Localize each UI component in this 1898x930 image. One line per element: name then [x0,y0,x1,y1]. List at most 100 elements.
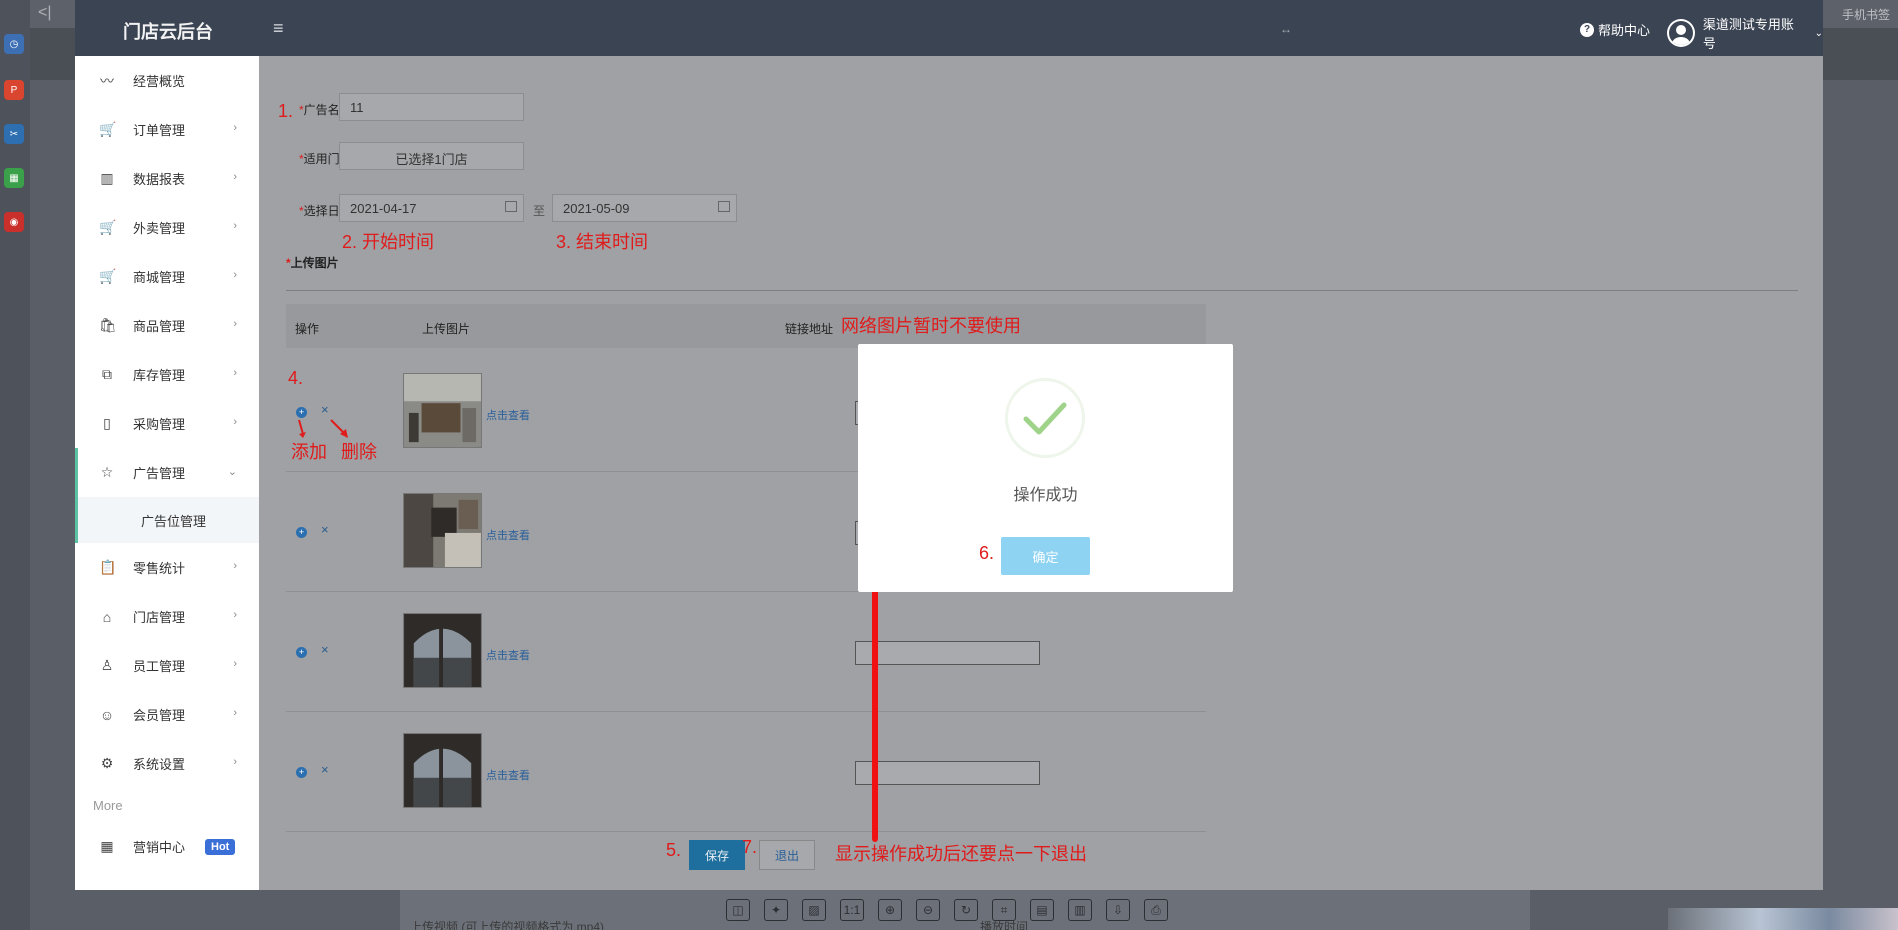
save-image-icon[interactable]: ⇩ [1106,899,1130,921]
bag-icon: 🛍 [99,317,117,333]
sidebar-item-purchase[interactable]: ▯ 采购管理 › [75,399,259,448]
actual-size-icon[interactable]: 1:1 [840,899,864,921]
zoom-out-icon[interactable]: ⊖ [916,899,940,921]
add-row-icon[interactable]: + [296,647,307,658]
weibo-icon[interactable]: ◉ [4,212,24,232]
add-row-icon[interactable]: + [296,767,307,778]
purchase-icon: ▯ [103,415,111,431]
success-check-icon [1005,378,1085,458]
sidebar-item-stores[interactable]: ⌂ 门店管理 › [75,592,259,641]
sidebar-item-reports[interactable]: ▥ 数据报表 › [75,154,259,203]
sidebar-item-label: 员工管理 [133,659,186,674]
bg-upload-video-text: 上传视频 (可上传的视频格式为.mp4) [410,920,605,930]
th-link: 链接地址 [785,322,834,336]
thumbnail-image[interactable] [403,493,482,568]
thumbnail-image[interactable] [403,733,482,808]
hamburger-menu-icon[interactable]: ≡ [273,18,284,39]
link-url-input[interactable] [855,641,1040,665]
sidebar-item-inventory[interactable]: ⧉ 库存管理 › [75,350,259,399]
sidebar-item-label: 订单管理 [133,123,186,138]
thumbnail-image[interactable] [403,613,482,688]
view-image-link[interactable]: 点击查看 [486,647,530,663]
user-menu[interactable]: 渠道测试专用账号 ⌄ [1667,14,1823,52]
sidebar-item-staff[interactable]: ♙ 员工管理 › [75,641,259,690]
sidebar-subitem-ad-slots[interactable]: 广告位管理 [75,497,259,543]
calendar-icon[interactable] [505,201,517,212]
user-name: 渠道测试专用账号 [1702,17,1794,51]
chevron-right-icon: › [233,367,237,379]
compare-icon[interactable]: ▥ [1068,899,1092,921]
rotate-icon[interactable]: ↻ [954,899,978,921]
split-view-icon[interactable]: ◫ [726,899,750,921]
date-separator: 至 [533,204,546,218]
zoom-in-icon[interactable]: ⊕ [878,899,902,921]
sidebar-item-orders[interactable]: 🛒 订单管理 › [75,105,259,154]
add-row-icon[interactable]: + [296,407,307,418]
save-button[interactable]: 保存 [689,840,745,870]
image-edit-icon[interactable]: ▨ [802,899,826,921]
avatar-icon [1667,19,1695,47]
annotation-end-time: 3. 结束时间 [556,232,649,252]
link-url-input[interactable] [855,761,1040,785]
pdf-icon[interactable]: P [4,80,24,100]
delete-row-icon[interactable]: × [321,522,329,537]
annotation-6: 6. [979,543,995,563]
sidebar-item-label: 经营概览 [133,74,186,89]
mobile-bookmarks-link[interactable]: 手机书签 [1842,6,1890,23]
delete-row-icon[interactable]: × [321,762,329,777]
sidebar-item-overview[interactable]: 〰 经营概览 [75,56,259,105]
sidebar-item-products[interactable]: 🛍 商品管理 › [75,301,259,350]
view-image-link[interactable]: 点击查看 [486,767,530,783]
view-image-link[interactable]: 点击查看 [486,527,530,543]
chevron-right-icon: › [233,756,237,768]
magic-wand-icon[interactable]: ✦ [764,899,788,921]
scissors-icon[interactable]: ✂ [4,124,24,144]
start-date-input[interactable]: 2021-04-17 [339,194,524,222]
end-date-input[interactable]: 2021-05-09 [552,194,737,222]
exit-button[interactable]: 退出 [759,840,815,870]
chart-line-icon: 〰 [100,72,114,89]
gear-icon: ⚙ [100,755,114,771]
delete-row-icon[interactable]: × [321,642,329,657]
help-center-link[interactable]: ? 帮助中心 [1580,20,1650,39]
thumbnail-image[interactable] [403,373,482,448]
delete-row-icon[interactable]: × [321,402,329,417]
view-image-link[interactable]: 点击查看 [486,407,530,423]
print-icon[interactable]: ⎙ [1144,899,1168,921]
chevron-right-icon: › [233,658,237,670]
chevron-right-icon: › [233,171,237,183]
annotation-delete: 删除 [341,442,377,462]
mall-cart-icon: 🛒 [99,268,117,284]
sidebar-item-marketing[interactable]: ▦ 营销中心 Hot [75,822,259,871]
annotation-4: 4. [288,368,304,388]
sidebar-item-label: 商城管理 [133,270,186,285]
sidebar-item-takeout[interactable]: 🛒 外卖管理 › [75,203,259,252]
grid-app-icon[interactable]: ▦ [4,168,24,188]
sidebar-item-mall[interactable]: 🛒 商城管理 › [75,252,259,301]
annotation-add: 添加 [291,442,327,462]
calendar-icon[interactable] [718,201,730,212]
sidebar-item-retail-stats[interactable]: 📋 零售统计 › [75,543,259,592]
crop-icon[interactable]: ⌗ [992,899,1016,921]
sidebar-item-members[interactable]: ☺ 会员管理 › [75,690,259,739]
store-select[interactable]: 已选择1门店 [339,142,524,170]
gallery-icon[interactable]: ▤ [1030,899,1054,921]
sidebar-item-settings[interactable]: ⚙ 系统设置 › [75,739,259,788]
row-separator [286,711,1206,712]
back-arrow-icon[interactable]: <| [38,4,52,22]
ad-name-input[interactable]: 11 [339,93,524,121]
confirm-button[interactable]: 确定 [1001,537,1090,575]
app-logo[interactable]: 门店云后台 [123,18,213,44]
chevron-down-icon: ⌄ [1814,27,1823,39]
chevron-right-icon: › [233,220,237,232]
clipboard-icon: 📋 [99,559,117,575]
desktop-left-dock: ◷ P ✂ ▦ ◉ [0,0,30,930]
chevron-right-icon: › [233,707,237,719]
clock-icon[interactable]: ◷ [4,34,24,54]
sidebar-item-ads[interactable]: ☆ 广告管理 ⌄ [75,448,259,497]
add-row-icon[interactable]: + [296,527,307,538]
takeout-cart-icon: 🛒 [99,219,117,235]
resize-handle-icon[interactable]: ↔ [1280,22,1292,36]
sidebar-item-label: 营销中心 [133,840,186,855]
sidebar: 〰 经营概览 🛒 订单管理 › ▥ 数据报表 › 🛒 外卖管理 › 🛒 商城管理… [75,56,259,890]
